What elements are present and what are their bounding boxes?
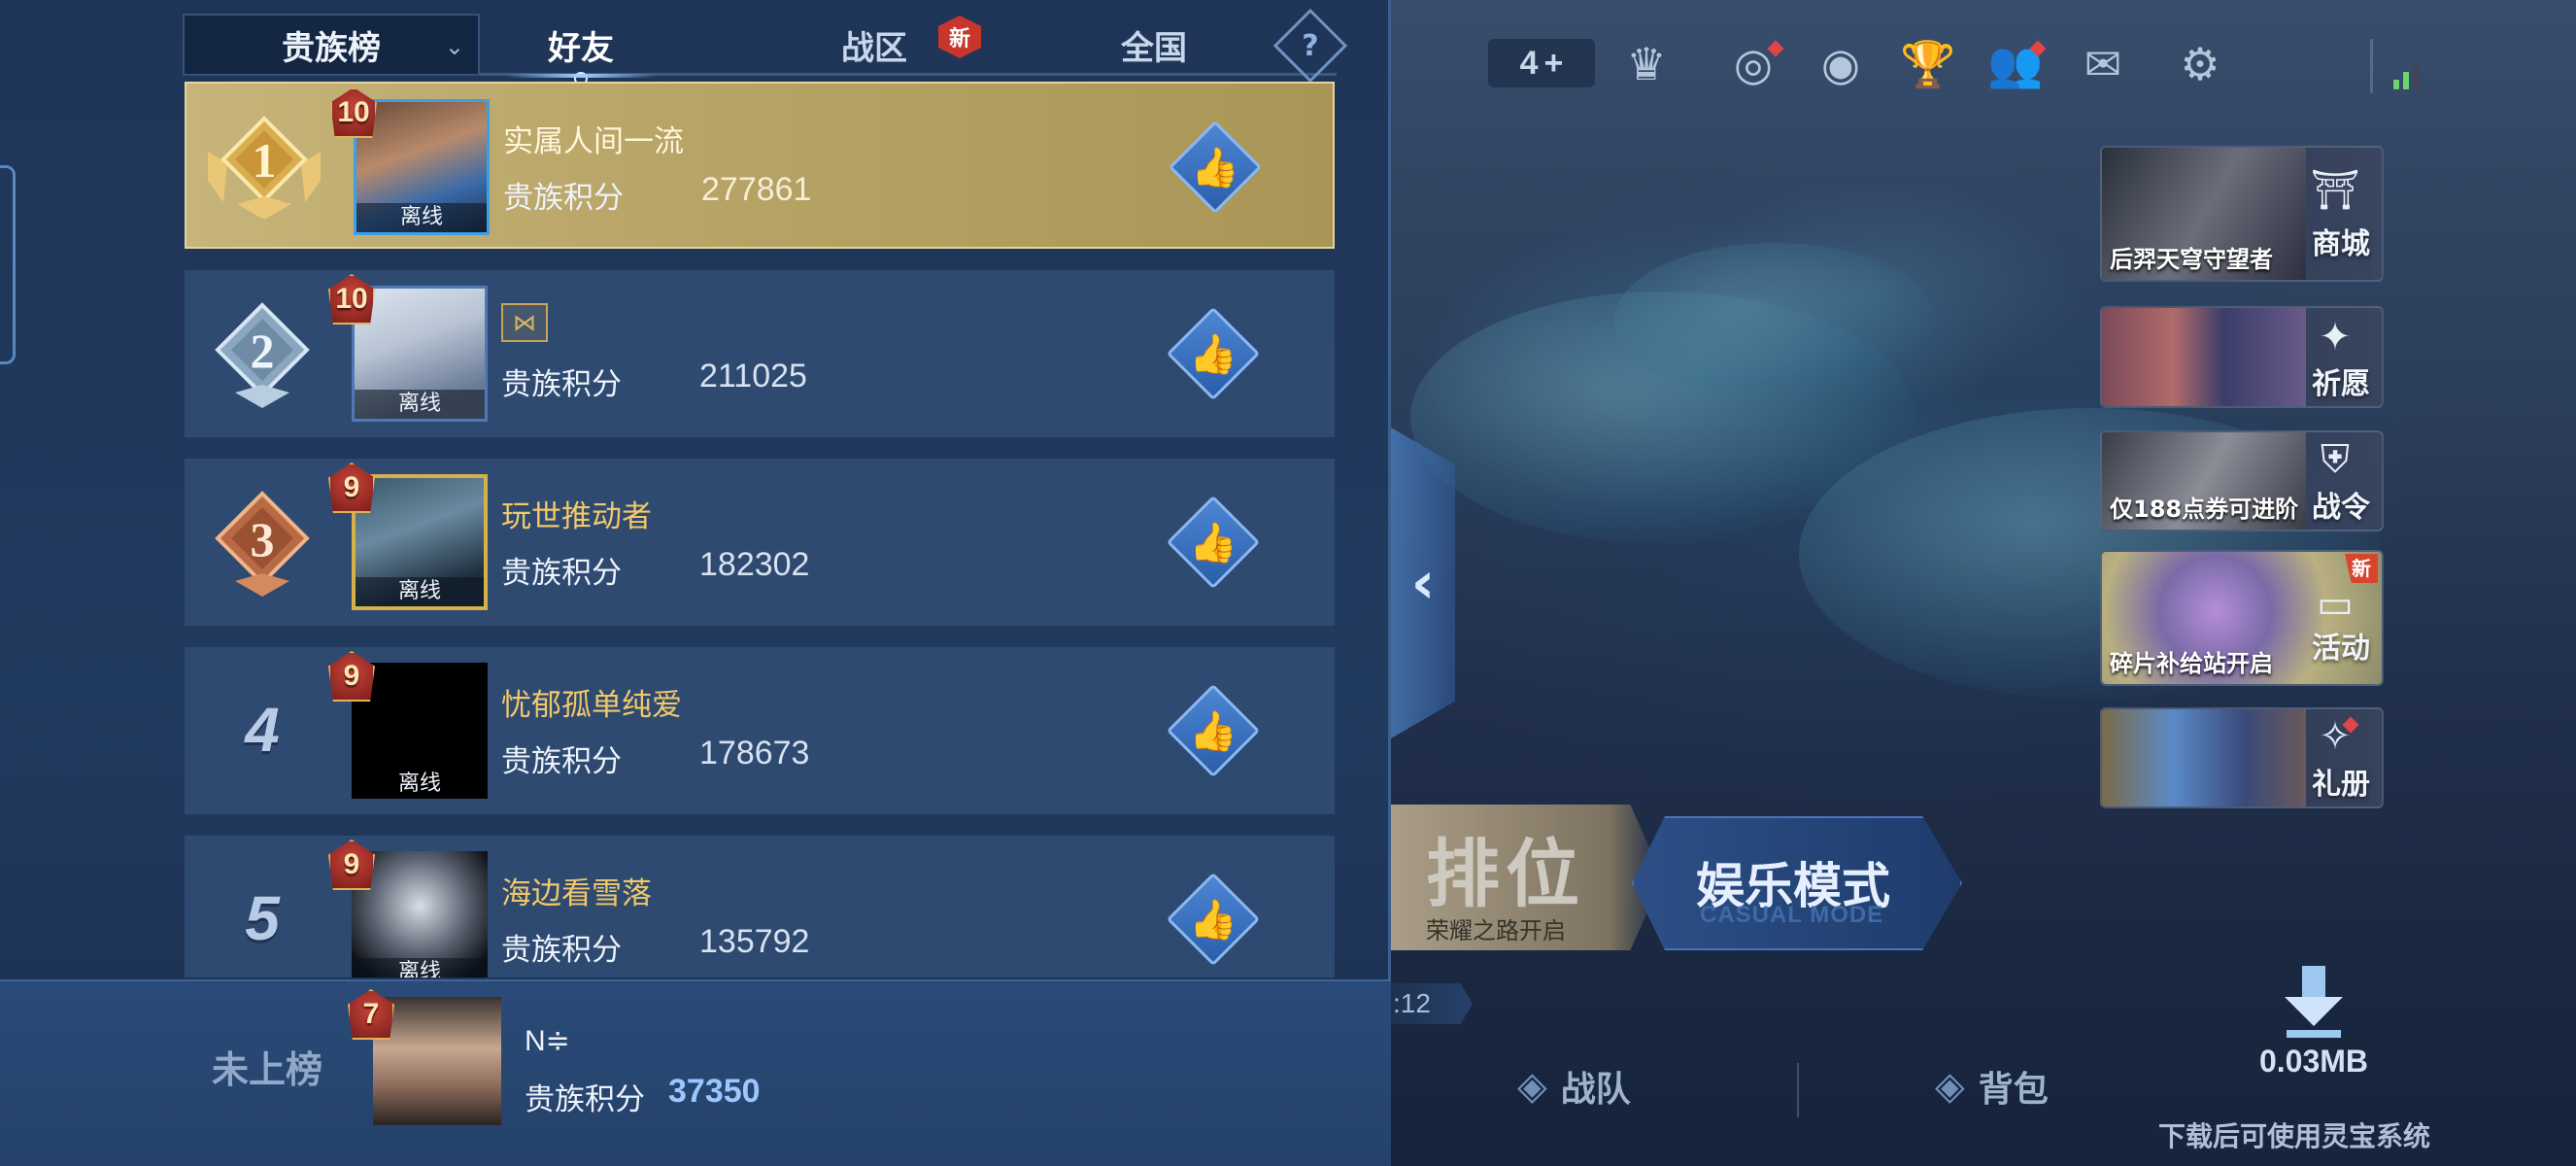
table-row[interactable]: 3 离线 9 玩世推动者 贵族积分 182302 👍 — [185, 459, 1335, 626]
team-nav-button[interactable]: ◈ 战队 — [1517, 1059, 1631, 1114]
leaderboard-list[interactable]: 1 离线 10 实属人间一流 贵族积分 277861 👍 2 离线 10 ⋈ 贵… — [185, 82, 1335, 977]
score-value: 277861 — [701, 171, 812, 208]
lobby-top-bar: 4 + ♛ ◎ ◉ 🏆 👥 ✉ ⚙ — [1391, 29, 2576, 97]
thumbs-up-icon: 👍 — [1189, 331, 1237, 377]
noble-level-badge: 9 — [321, 459, 383, 517]
score-label: 贵族积分 — [501, 933, 622, 968]
tab-national[interactable]: 全国 — [1115, 14, 1193, 76]
score-value: 135792 — [699, 923, 810, 960]
backpack-nav-button[interactable]: ◈ 背包 — [1935, 1059, 2049, 1114]
collapse-panel-button[interactable]: ‹ — [1391, 428, 1455, 738]
score-label: 贵族积分 — [501, 556, 622, 591]
svg-text:2: 2 — [251, 324, 275, 378]
player-name: 实属人间一流 — [503, 124, 684, 159]
player-name: 海边看雪落 — [501, 876, 652, 911]
mail-icon[interactable]: ✉ — [2071, 35, 2135, 93]
score-label: 贵族积分 — [503, 181, 624, 216]
timer-chip: :12 — [1391, 983, 1473, 1024]
svg-text:3: 3 — [251, 512, 275, 566]
eye-icon[interactable]: ◉ — [1809, 35, 1873, 93]
target-icon[interactable]: ◎ — [1721, 35, 1785, 93]
shop-entry[interactable]: ⛩ 商城 后羿天穹守望者 — [2100, 146, 2384, 282]
wish-entry[interactable]: ✦ 祈愿 — [2100, 306, 2384, 408]
thumbs-up-icon: 👍 — [1189, 520, 1237, 566]
event-entry[interactable]: 新 ▭ 活动 碎片补给站开启 — [2100, 550, 2384, 686]
gift-book-icon: ✧ — [2310, 711, 2360, 762]
leaderboard-tabs: 贵族榜 ⌄ 好友 战区 新 全国 ? — [183, 8, 1348, 86]
score-label: 贵族积分 — [501, 744, 622, 779]
chevron-down-icon: ⌄ — [444, 33, 464, 60]
signal-icon — [2393, 47, 2428, 89]
rank-bronze-badge: 3 — [206, 488, 319, 600]
table-row[interactable]: 5 离线 9 海边看雪落 贵族积分 135792 👍 — [185, 836, 1335, 977]
download-icon — [2273, 962, 2355, 1044]
friend-request-counter[interactable]: 4 + — [1488, 39, 1595, 87]
rank-number: 5 — [245, 883, 280, 953]
thumbs-up-icon: 👍 — [1191, 145, 1239, 190]
trophy-icon[interactable]: 🏆 — [1896, 35, 1960, 93]
like-button[interactable]: 👍 — [1168, 120, 1263, 215]
rank-number: 4 — [245, 695, 280, 765]
game-lobby: 4 + ♛ ◎ ◉ 🏆 👥 ✉ ⚙ ⛩ 商城 后羿天穹守望者 ✦ 祈愿 ⛨ 战令 … — [1391, 0, 2576, 1166]
noble-level-badge: 10 — [322, 84, 385, 142]
player-name: N≑ — [525, 1025, 570, 1057]
svg-text:1: 1 — [253, 133, 277, 188]
player-name: 玩世推动者 — [501, 499, 652, 534]
gear-icon[interactable]: ⚙ — [2168, 35, 2232, 93]
score-value: 178673 — [699, 735, 810, 772]
leaderboard-panel: 贵族榜 ⌄ 好友 战区 新 全国 ? 1 离线 10 实属人间一流 贵族积分 2… — [0, 0, 1391, 1166]
rank-silver-badge: 2 — [206, 299, 319, 412]
thumbs-up-icon: 👍 — [1189, 897, 1237, 943]
team-icon: ◈ — [1517, 1064, 1547, 1109]
noble-level-badge: 9 — [321, 836, 383, 894]
my-rank-row: 未上榜 7 N≑ 贵族积分 37350 — [0, 979, 1391, 1166]
panel-edge-handle[interactable] — [0, 165, 16, 364]
like-button[interactable]: 👍 — [1166, 683, 1261, 778]
score-value: 211025 — [699, 358, 807, 394]
friends-icon[interactable]: 👥 — [1983, 35, 2048, 93]
score-label: 贵族积分 — [501, 367, 622, 402]
chevron-left-icon: ‹ — [1410, 549, 1436, 617]
noble-level-badge: 7 — [340, 985, 402, 1044]
download-button[interactable]: 0.03MB — [2226, 962, 2401, 1080]
gift-book-entry[interactable]: ✧ 礼册 — [2100, 707, 2384, 808]
unranked-label: 未上榜 — [212, 1048, 323, 1091]
tab-friends[interactable]: 好友 — [505, 14, 657, 86]
help-button[interactable]: ? — [1272, 8, 1348, 84]
table-row[interactable]: 1 离线 10 实属人间一流 贵族积分 277861 👍 — [185, 82, 1335, 249]
table-row[interactable]: 2 离线 10 ⋈ 贵族积分 211025 👍 — [185, 270, 1335, 437]
score-value: 37350 — [668, 1073, 761, 1110]
noble-level-badge: 9 — [321, 647, 383, 705]
wish-icon: ✦ — [2319, 315, 2352, 360]
shop-icon: ⛩ — [2310, 168, 2360, 213]
new-badge: 新 — [938, 16, 981, 58]
question-icon: ? — [1302, 28, 1319, 63]
player-name: 忧郁孤单纯爱 — [501, 688, 682, 723]
score-label: 贵族积分 — [525, 1082, 645, 1117]
battle-pass-icon: ⛨ — [2321, 437, 2350, 482]
backpack-icon: ◈ — [1935, 1064, 1965, 1109]
score-value: 182302 — [699, 546, 810, 583]
like-button[interactable]: 👍 — [1166, 306, 1261, 401]
rank-gold-badge: 1 — [208, 113, 321, 225]
leaderboard-type-dropdown[interactable]: 贵族榜 ⌄ — [183, 14, 480, 76]
like-button[interactable]: 👍 — [1166, 872, 1261, 967]
battle-pass-entry[interactable]: ⛨ 战令 仅188点券可进阶 — [2100, 430, 2384, 532]
thumbs-up-icon: 👍 — [1189, 708, 1237, 754]
mask-icon: ⋈ — [501, 303, 548, 342]
crown-icon[interactable]: ♛ — [1614, 35, 1678, 93]
like-button[interactable]: 👍 — [1166, 495, 1261, 590]
download-tip: 下载后可使用灵宝系统 — [2158, 1120, 2431, 1152]
tab-region[interactable]: 战区 新 — [835, 14, 981, 76]
noble-level-badge: 10 — [321, 270, 383, 328]
table-row[interactable]: 4 离线 9 忧郁孤单纯爱 贵族积分 178673 👍 — [185, 647, 1335, 814]
casual-mode-button[interactable]: 娱乐模式 CASUAL MODE — [1632, 816, 1962, 950]
event-icon: ▭ — [2317, 582, 2354, 627]
ranked-mode-button[interactable]: 排位 荣耀之路开启 — [1391, 805, 1663, 950]
